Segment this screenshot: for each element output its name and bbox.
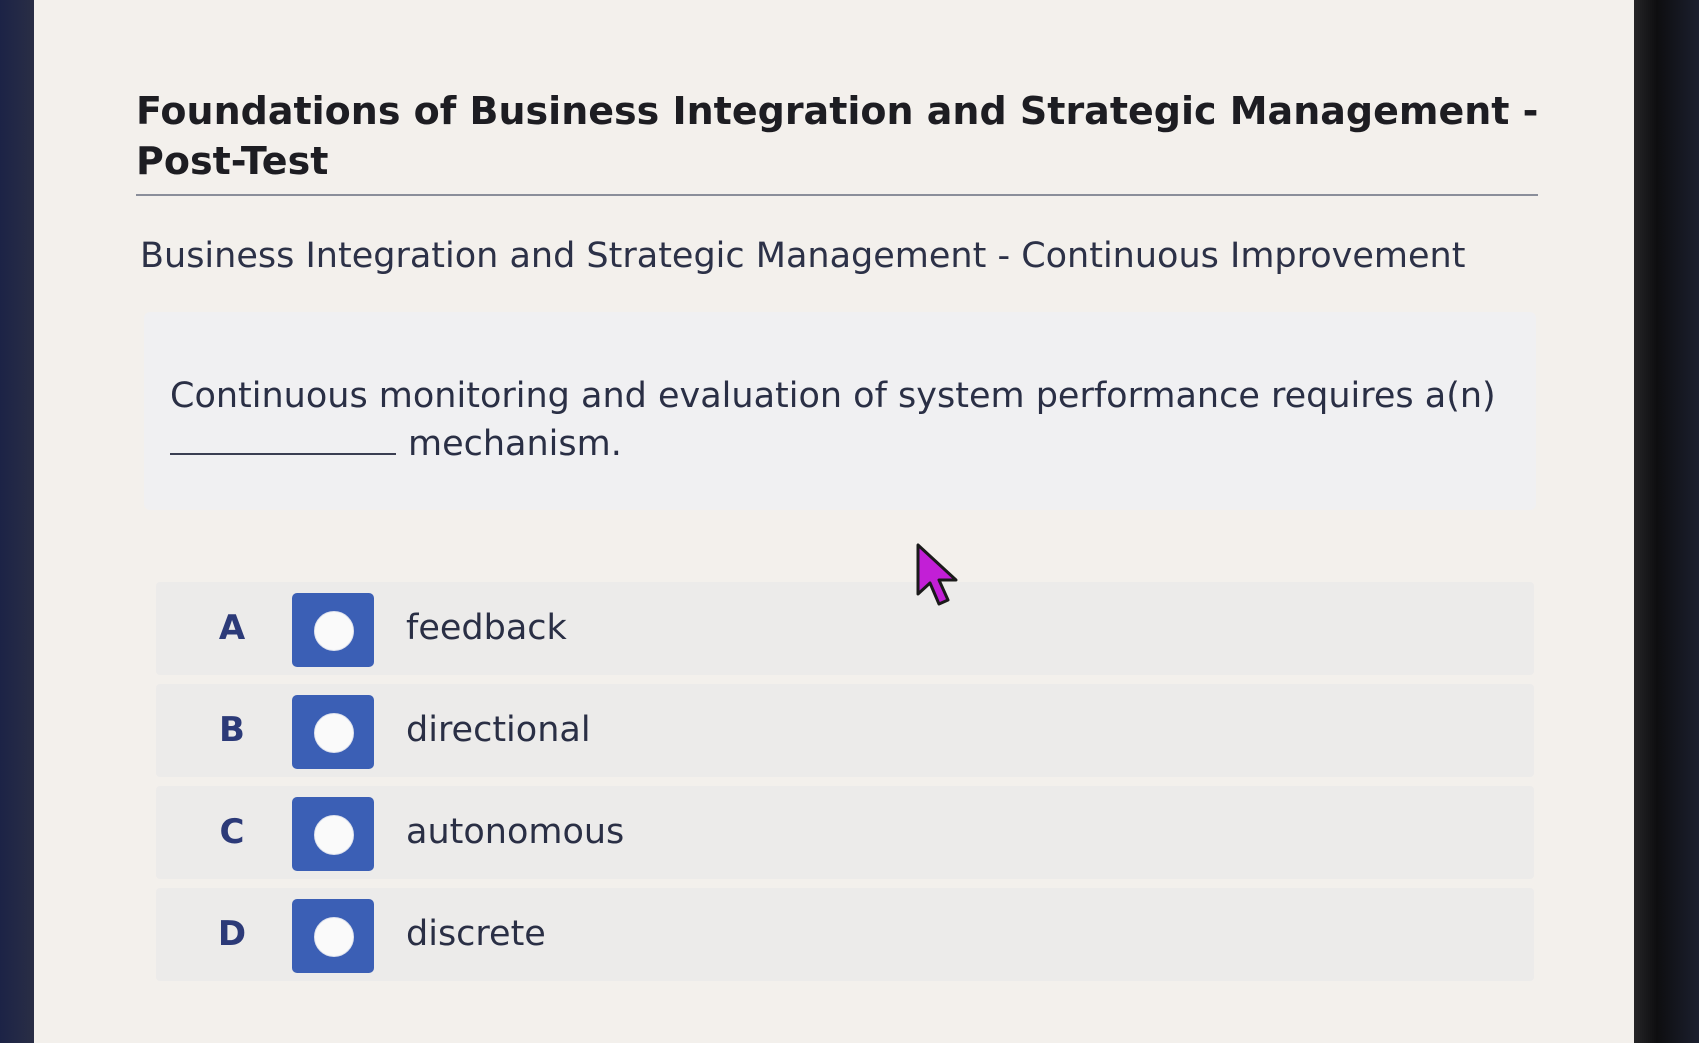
option-text: discrete — [406, 914, 546, 954]
radio-circle-icon — [314, 815, 354, 855]
radio-circle-icon — [314, 917, 354, 957]
option-b[interactable]: B directional — [156, 684, 1534, 777]
option-c[interactable]: C autonomous — [156, 786, 1534, 879]
option-b-radio-button[interactable] — [292, 695, 374, 769]
question-box: Continuous monitoring and evaluation of … — [144, 312, 1536, 510]
title-divider — [136, 194, 1538, 196]
option-c-radio-button[interactable] — [292, 797, 374, 871]
option-text: directional — [406, 710, 591, 750]
page-title: Foundations of Business Integration and … — [136, 89, 1539, 183]
option-a[interactable]: A feedback — [156, 582, 1534, 675]
answer-options: A feedback B directional C autonomous D — [156, 582, 1534, 990]
section-subtitle: Business Integration and Strategic Manag… — [140, 236, 1466, 276]
option-letter: D — [217, 914, 247, 954]
option-d[interactable]: D discrete — [156, 888, 1534, 981]
question-text: Continuous monitoring and evaluation of … — [170, 372, 1520, 468]
question-text-before-blank: Continuous monitoring and evaluation of … — [170, 376, 1496, 416]
option-letter: C — [219, 812, 245, 852]
question-text-after-blank: mechanism. — [408, 424, 622, 464]
quiz-screen: Foundations of Business Integration and … — [34, 0, 1634, 1043]
radio-circle-icon — [314, 611, 354, 651]
option-letter: B — [219, 710, 245, 750]
option-letter: A — [218, 608, 246, 648]
option-a-radio-button[interactable] — [292, 593, 374, 667]
monitor-bezel-right — [1629, 0, 1699, 1043]
option-text: feedback — [406, 608, 567, 648]
mouse-pointer-icon — [916, 543, 958, 606]
answer-blank — [170, 425, 396, 455]
option-text: autonomous — [406, 812, 625, 852]
radio-circle-icon — [314, 713, 354, 753]
option-d-radio-button[interactable] — [292, 899, 374, 973]
